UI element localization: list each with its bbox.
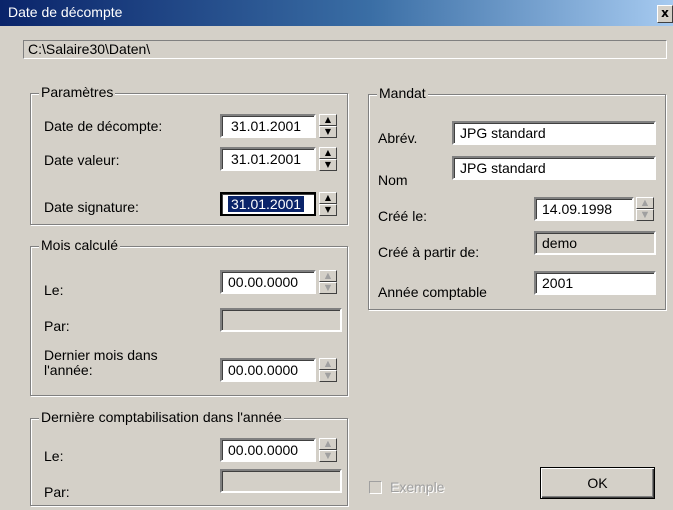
date-signature-field[interactable]: 31.01.2001: [220, 192, 316, 216]
mois-par-field: [220, 308, 342, 332]
compta-le-field[interactable]: 00.00.0000: [220, 438, 316, 462]
mois-le-label: Le:: [44, 282, 64, 298]
cree-a-partir-field: demo: [534, 231, 656, 255]
date-decompte-field[interactable]: 31.01.2001: [220, 114, 316, 138]
exemple-label: Exemple: [390, 479, 445, 495]
date-decompte-value: 31.01.2001: [231, 118, 302, 134]
path-field: C:\Salaire30\Daten\: [23, 40, 667, 59]
spin-down-icon[interactable]: ▼: [319, 126, 337, 138]
exemple-checkbox: [369, 481, 382, 494]
derniere-compta-legend: Dernière comptabilisation dans l'année: [39, 409, 284, 425]
mois-le-value: 00.00.0000: [228, 274, 299, 290]
date-valeur-value: 31.01.2001: [231, 151, 302, 167]
compta-par-field: [220, 469, 342, 493]
parametres-legend: Paramètres: [39, 84, 116, 100]
cree-le-spinner: ▲ ▼: [636, 197, 654, 221]
spin-down-icon: ▼: [319, 282, 337, 294]
dernier-mois-spinner: ▲ ▼: [319, 358, 337, 382]
nom-value: JPG standard: [460, 160, 546, 176]
date-valeur-label: Date valeur:: [44, 152, 120, 168]
abrev-label: Abrév.: [378, 130, 418, 146]
dernier-mois-value: 00.00.0000: [228, 362, 299, 378]
date-signature-label: Date signature:: [44, 199, 139, 215]
close-icon: x: [661, 6, 669, 20]
compta-par-label: Par:: [44, 484, 70, 500]
date-signature-value: 31.01.2001: [228, 196, 305, 212]
spin-up-icon: ▲: [319, 438, 337, 450]
window-title: Date de décompte: [8, 4, 123, 20]
compta-le-value: 00.00.0000: [228, 442, 299, 458]
mois-le-field[interactable]: 00.00.0000: [220, 270, 316, 294]
nom-field[interactable]: JPG standard: [452, 156, 656, 180]
cree-le-field[interactable]: 14.09.1998: [534, 197, 634, 221]
spin-down-icon: ▼: [319, 450, 337, 462]
compta-le-spinner: ▲ ▼: [319, 438, 337, 462]
ok-button[interactable]: OK: [540, 467, 655, 499]
date-signature-spinner[interactable]: ▲ ▼: [319, 192, 337, 216]
annee-comptable-label: Année comptable: [378, 284, 487, 300]
spin-up-icon[interactable]: ▲: [319, 192, 337, 204]
spin-down-icon: ▼: [636, 209, 654, 221]
spin-down-icon: ▼: [319, 370, 337, 382]
dernier-mois-label: Dernier mois dans l'année:: [44, 347, 158, 378]
date-decompte-spinner[interactable]: ▲ ▼: [319, 114, 337, 138]
annee-comptable-field[interactable]: 2001: [534, 271, 656, 295]
dialog-window: Date de décompte x C:\Salaire30\Daten\ P…: [0, 0, 673, 510]
mandat-legend: Mandat: [377, 85, 428, 101]
dernier-mois-field[interactable]: 00.00.0000: [220, 358, 316, 382]
spin-down-icon[interactable]: ▼: [319, 159, 337, 171]
cree-a-partir-value: demo: [542, 235, 578, 251]
abrev-field[interactable]: JPG standard: [452, 121, 656, 145]
spin-up-icon: ▲: [636, 197, 654, 209]
annee-comptable-value: 2001: [542, 275, 574, 291]
abrev-value: JPG standard: [460, 125, 546, 141]
spin-up-icon[interactable]: ▲: [319, 147, 337, 159]
nom-label: Nom: [378, 172, 408, 188]
spin-up-icon[interactable]: ▲: [319, 114, 337, 126]
title-bar[interactable]: Date de décompte x: [0, 0, 673, 26]
compta-le-label: Le:: [44, 448, 64, 464]
date-valeur-field[interactable]: 31.01.2001: [220, 147, 316, 171]
cree-a-partir-label: Créé à partir de:: [378, 244, 480, 260]
spin-up-icon: ▲: [319, 270, 337, 282]
mois-le-spinner: ▲ ▼: [319, 270, 337, 294]
close-button[interactable]: x: [657, 5, 673, 23]
spin-down-icon[interactable]: ▼: [319, 204, 337, 216]
cree-le-value: 14.09.1998: [542, 201, 613, 217]
spin-up-icon: ▲: [319, 358, 337, 370]
mois-par-label: Par:: [44, 318, 70, 334]
date-valeur-spinner[interactable]: ▲ ▼: [319, 147, 337, 171]
date-decompte-label: Date de décompte:: [44, 118, 163, 134]
cree-le-label: Créé le:: [378, 208, 428, 224]
mois-calcule-legend: Mois calculé: [39, 237, 121, 253]
